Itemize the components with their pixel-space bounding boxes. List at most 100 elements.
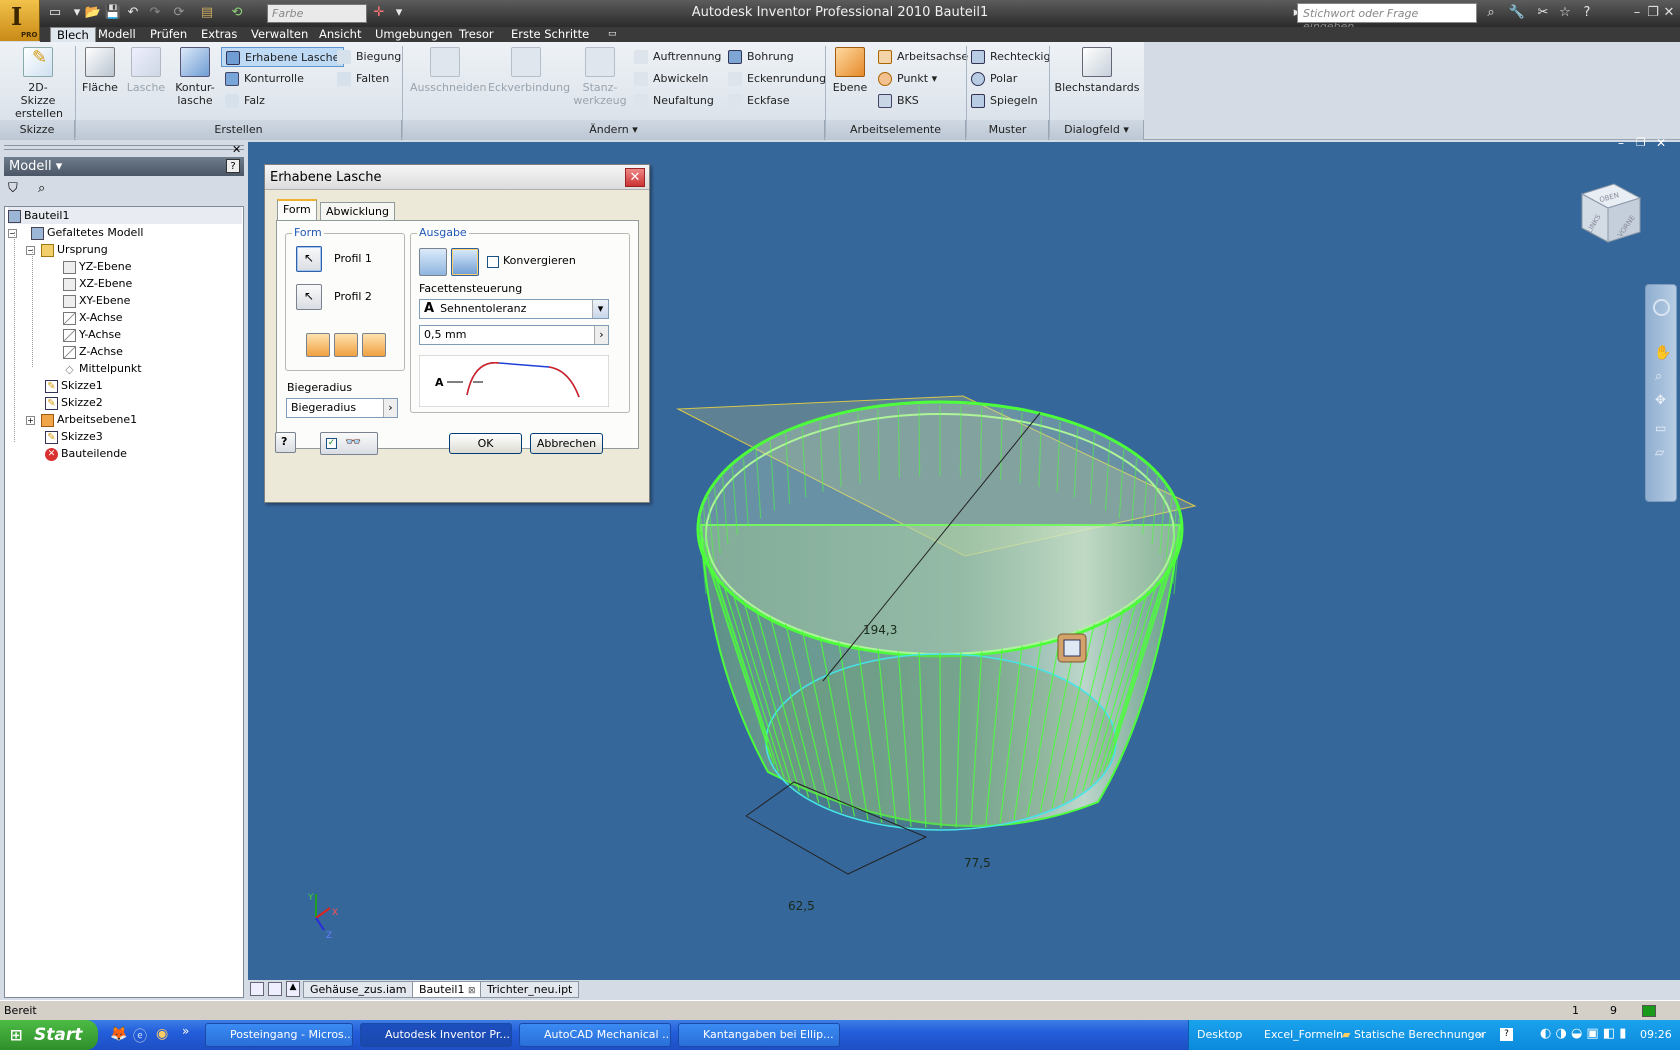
browser-grip[interactable] [4,145,244,150]
tab-verwalten[interactable]: Verwalten [251,27,308,42]
tab-blech[interactable]: Blech [50,27,96,43]
update-icon[interactable]: ⟲ [228,4,246,22]
stanzwerkzeug-button[interactable]: Stanz- werkzeug [572,47,628,107]
dialog-close-button[interactable]: ✕ [625,168,645,187]
falten-button[interactable]: Falten [337,69,389,89]
tree-node-xy-ebene[interactable]: XY-Ebene [63,292,130,309]
erhabene-lasche-button[interactable]: Erhabene Lasche [221,47,345,67]
collapse-icon[interactable]: − [8,228,17,238]
tile-icon[interactable] [268,982,282,996]
binoculars-icon[interactable]: ⌕ [1482,4,1500,22]
open-icon[interactable]: 📂 [84,4,102,22]
cascade-icon[interactable] [250,982,264,996]
chevron-right-icon[interactable]: › [383,399,397,417]
arbeitsachse-button[interactable]: Arbeitsachse [878,47,968,67]
neufaltung-button[interactable]: Neufaltung [634,91,714,111]
tree-node-mittelpunkt[interactable]: ◇ Mittelpunkt [63,360,141,377]
browser-close-icon[interactable]: ✕ [232,143,241,156]
new-icon[interactable]: ▭ [46,4,64,22]
bks-button[interactable]: BKS [878,91,919,111]
task-outlook[interactable]: Posteingang - Micros... [205,1023,353,1047]
blechstandards-button[interactable]: Blechstandards [1054,47,1140,94]
tray-folder[interactable]: ▰ Statische Berechnunger [1342,1020,1486,1050]
konturrolle-button[interactable]: Konturrolle [225,69,304,89]
preview-toggle-button[interactable]: ✓ 👓 [320,432,378,455]
start-button[interactable]: ⊞ Start [0,1020,98,1050]
tab-pruefen[interactable]: Prüfen [150,27,187,42]
polar-button[interactable]: Polar [971,69,1017,89]
bohrung-button[interactable]: Bohrung [728,47,794,67]
project-icon[interactable]: ▤ [198,4,216,22]
funnel-model[interactable] [676,395,1197,875]
tree-node-arbeitsebene1[interactable]: + Arbeitsebene1 [26,411,137,428]
redo-icon[interactable]: ↷ [146,4,164,22]
biegeradius-field[interactable]: Biegeradius › [286,398,398,418]
collapse-icon[interactable]: − [26,245,35,255]
quicklaunch-more-icon[interactable]: » [182,1024,189,1038]
dialog-help-button[interactable]: ? [275,432,296,453]
task-firefox[interactable]: Kantangaben bei Ellip... [678,1023,840,1047]
tools-icon[interactable]: 🔧 [1508,4,1526,22]
orbit-icon[interactable]: ✥ [1655,393,1666,408]
doc-tab-bauteil1[interactable]: Bauteil1 ⊠ [412,981,483,998]
punkt-button[interactable]: Punkt ▾ [878,69,937,89]
filter-icon[interactable]: ⛉ [8,181,18,196]
chevron-right-icon[interactable]: › [594,326,608,344]
undo-icon[interactable]: ↶ [124,4,142,22]
profil1-select-button[interactable]: ↖ [296,246,322,272]
task-inventor[interactable]: Autodesk Inventor Pr... [360,1023,512,1047]
doc-tab-gehaeuse[interactable]: Gehäuse_zus.iam [303,981,414,998]
tab-extras[interactable]: Extras [201,27,237,42]
tray-help-icon[interactable]: ? [1500,1028,1513,1041]
tab-erste-schritte[interactable]: Erste Schritte [511,27,589,42]
abwickeln-button[interactable]: Abwickeln [634,69,708,89]
cancel-button[interactable]: Abbrechen [530,433,603,454]
tray-more-icon[interactable]: » [1478,1020,1485,1050]
tree-node-ursprung[interactable]: − Ursprung [26,241,108,258]
qat-more-icon[interactable]: ▾ [390,4,408,22]
tree-node-gefaltetes-modell[interactable]: − Gefaltetes Modell [8,224,143,241]
tray-app-icons[interactable]: ◐ ◑ ◒ ▣ ◧ ▮ [1540,1026,1626,1041]
tray-excel[interactable]: Excel_Formeln [1264,1020,1343,1050]
steering-wheel-icon[interactable] [1653,299,1670,316]
app-logo[interactable]: I PRO [0,0,40,41]
zoom-icon[interactable]: ⌕ [1655,369,1662,384]
panel-title-aendern[interactable]: Ändern ▾ [403,120,825,140]
facetten-amount-field[interactable]: 0,5 mm › [419,325,609,345]
find-icon[interactable]: ⌕ [38,181,45,196]
pan-icon[interactable]: ✋ [1654,345,1671,361]
tray-desktop[interactable]: Desktop [1197,1020,1242,1050]
eckenrundung-button[interactable]: Eckenrundung [728,69,826,89]
flip-side-1-button[interactable] [306,333,330,357]
tree-node-skizze2[interactable]: ✎ Skizze2 [45,394,103,411]
die-formed-output-button[interactable] [451,248,479,276]
lasche-button[interactable]: Lasche [124,47,168,94]
falz-button[interactable]: Falz [225,91,265,111]
firefox-icon[interactable]: 🦊 [110,1026,127,1042]
flip-side-2-button[interactable] [334,333,358,357]
eckfase-button[interactable]: Eckfase [728,91,789,111]
tab-tresor[interactable]: Tresor [459,27,494,42]
tree-node-skizze1[interactable]: ✎ Skizze1 [45,377,103,394]
color-combo[interactable]: Farbe [267,4,367,23]
tab-modell[interactable]: Modell [98,27,136,42]
save-icon[interactable]: 💾 [104,4,122,22]
tab-form[interactable]: Form [277,199,317,220]
browser-help-icon[interactable]: ? [226,159,240,173]
create-2d-sketch-button[interactable]: ✎ 2D-Skizze erstellen [8,47,68,120]
doc-tab-trichter[interactable]: Trichter_neu.ipt [480,981,580,998]
tab-menu-icon[interactable]: ▲ [286,981,300,997]
close-button[interactable]: ✕ [1660,4,1678,22]
auftrennung-button[interactable]: Auftrennung [634,47,721,67]
konvergieren-checkbox[interactable] [487,256,499,268]
biegung-button[interactable]: Biegung [337,47,401,67]
press-brake-output-button[interactable] [419,248,447,276]
tree-node-skizze3[interactable]: ✎ Skizze3 [45,428,103,445]
tree-node-x-achse[interactable]: X-Achse [63,309,123,326]
symmetric-button[interactable] [362,333,386,357]
ausschneiden-button[interactable]: Ausschneiden [410,47,487,94]
ebene-button[interactable]: Ebene [830,47,870,94]
tree-node-bauteilende[interactable]: ✕ Bauteilende [45,445,127,462]
tree-node-y-achse[interactable]: Y-Achse [63,326,121,343]
panel-title-dialogfeld[interactable]: Dialogfeld ▾ [1050,120,1144,140]
